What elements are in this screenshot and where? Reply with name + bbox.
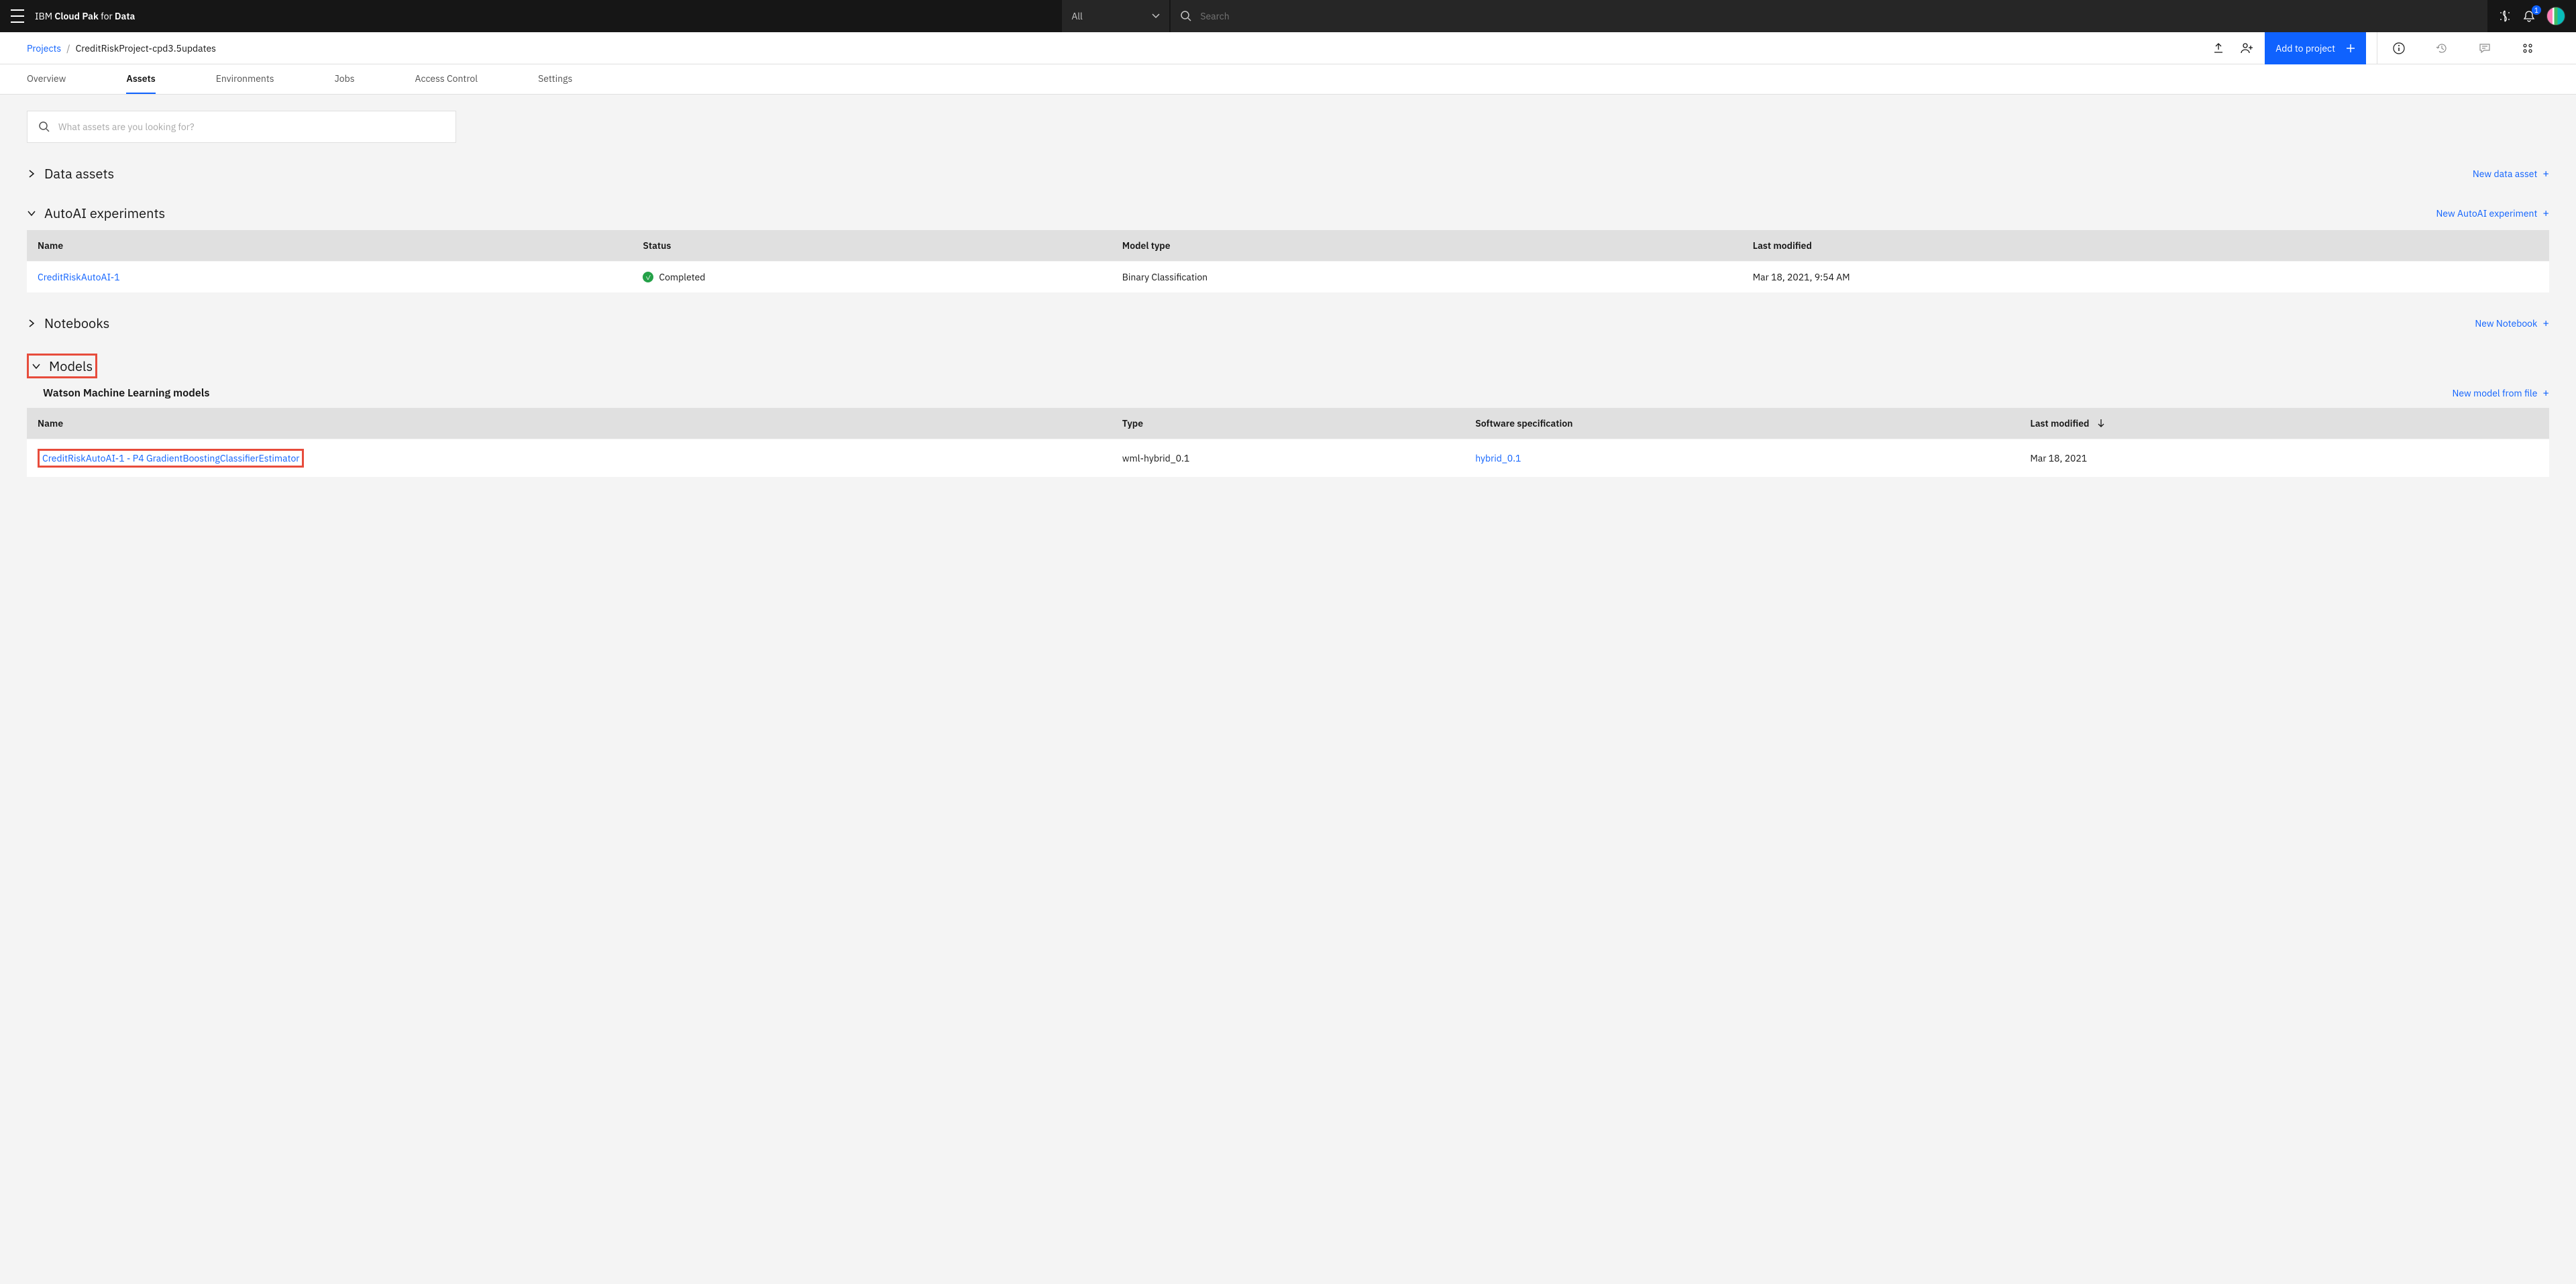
section-models: Models Watson Machine Learning models Ne…	[27, 354, 2549, 477]
right-side-icons	[2377, 32, 2549, 64]
tabs: Overview Assets Environments Jobs Access…	[0, 64, 2576, 95]
tab-overview[interactable]: Overview	[27, 64, 66, 94]
history-icon[interactable]	[2420, 32, 2463, 64]
table-row[interactable]: CreditRiskAutoAI-1 - P4 GradientBoosting…	[27, 439, 2549, 478]
plus-icon: +	[2542, 167, 2549, 180]
section-toggle-data-assets[interactable]: Data assets	[27, 164, 114, 182]
modified-cell: Mar 18, 2021, 9:54 AM	[1742, 262, 2549, 293]
th-last-modified[interactable]: Last modified	[2019, 408, 2549, 439]
plus-icon	[2346, 44, 2355, 53]
comment-icon[interactable]	[2463, 32, 2506, 64]
chevron-right-icon	[27, 319, 36, 328]
section-title-label: Models	[49, 357, 93, 375]
section-action-label: New AutoAI experiment	[2436, 207, 2537, 219]
status-label: Completed	[659, 271, 705, 283]
new-model-button[interactable]: New model from file +	[2452, 386, 2549, 400]
global-filter-select[interactable]: All	[1062, 0, 1169, 32]
notif-badge: 1	[2532, 5, 2541, 15]
chevron-right-icon	[27, 169, 36, 178]
asset-search-input[interactable]	[58, 121, 445, 133]
th-status[interactable]: Status	[632, 230, 1111, 262]
type-cell: wml-hybrid_0.1	[1112, 439, 1464, 478]
new-data-asset-button[interactable]: New data asset +	[2473, 167, 2549, 180]
tab-environments[interactable]: Environments	[216, 64, 274, 94]
model-type-cell: Binary Classification	[1112, 262, 1742, 293]
section-action-label: New model from file	[2452, 387, 2537, 399]
breadcrumb: Projects / CreditRiskProject-cpd3.5updat…	[27, 42, 216, 54]
th-last-modified[interactable]: Last modified	[1742, 230, 2549, 262]
status-cell: ✓ Completed	[643, 271, 1100, 283]
add-to-project-label: Add to project	[2275, 42, 2335, 54]
tab-jobs[interactable]: Jobs	[335, 64, 355, 94]
main: Data assets New data asset + AutoAI expe…	[0, 95, 2576, 515]
brand-bold: Cloud Pak	[54, 10, 101, 22]
section-toggle-autoai[interactable]: AutoAI experiments	[27, 204, 165, 222]
global-search[interactable]	[1171, 0, 2487, 32]
info-icon[interactable]	[2377, 32, 2420, 64]
model-name-highlight: CreditRiskAutoAI-1 - P4 GradientBoosting…	[38, 449, 304, 468]
plus-icon: +	[2542, 207, 2549, 220]
models-table: Name Type Software specification Last mo…	[27, 408, 2549, 477]
chevron-down-icon	[27, 209, 36, 218]
breadcrumb-sep: /	[66, 42, 70, 54]
add-to-project-button[interactable]: Add to project	[2265, 32, 2366, 64]
search-icon	[1180, 10, 1192, 22]
section-title-label: Data assets	[44, 164, 114, 182]
global-filter-label: All	[1071, 10, 1152, 22]
th-name[interactable]: Name	[27, 408, 1112, 439]
section-title-label: Notebooks	[44, 314, 109, 332]
breadcrumb-current: CreditRiskProject-cpd3.5updates	[76, 42, 216, 54]
section-toggle-models[interactable]: Models	[32, 357, 93, 375]
new-autoai-button[interactable]: New AutoAI experiment +	[2436, 207, 2549, 220]
th-software-spec[interactable]: Software specification	[1464, 408, 2019, 439]
chevron-down-icon	[32, 362, 41, 371]
section-autoai: AutoAI experiments New AutoAI experiment…	[27, 204, 2549, 292]
guide-icon[interactable]	[2498, 9, 2512, 23]
th-last-modified-label: Last modified	[2030, 417, 2089, 429]
new-notebook-button[interactable]: New Notebook +	[2475, 317, 2549, 330]
search-icon	[38, 121, 50, 133]
table-row[interactable]: CreditRiskAutoAI-1 ✓ Completed Binary Cl…	[27, 262, 2549, 293]
th-model-type[interactable]: Model type	[1112, 230, 1742, 262]
tab-settings[interactable]: Settings	[538, 64, 572, 94]
plus-icon: +	[2542, 317, 2549, 330]
checkmark-icon: ✓	[643, 272, 653, 282]
modified-cell: Mar 18, 2021	[2019, 439, 2549, 478]
tab-assets[interactable]: Assets	[126, 64, 155, 94]
model-name-link[interactable]: CreditRiskAutoAI-1 - P4 GradientBoosting…	[42, 452, 299, 464]
asset-search[interactable]	[27, 111, 456, 143]
breadcrumb-root[interactable]: Projects	[27, 42, 61, 54]
section-toggle-notebooks[interactable]: Notebooks	[27, 314, 109, 332]
brand: IBM Cloud Pak for Data	[35, 10, 135, 22]
notifications-icon[interactable]: 1	[2522, 9, 2536, 23]
section-data-assets: Data assets New data asset +	[27, 164, 2549, 182]
brand-prefix: IBM	[35, 10, 54, 22]
brand-bold2: Data	[115, 10, 135, 22]
chevron-down-icon	[1152, 13, 1160, 19]
brand-suffix: for	[101, 10, 115, 22]
models-subhead: Watson Machine Learning models	[43, 386, 209, 400]
models-highlight: Models	[27, 354, 97, 378]
section-notebooks: Notebooks New Notebook +	[27, 314, 2549, 332]
tab-access-control[interactable]: Access Control	[415, 64, 478, 94]
autoai-name-link[interactable]: CreditRiskAutoAI-1	[38, 271, 120, 283]
hamburger-menu-icon[interactable]	[11, 9, 24, 23]
toolbar: Projects / CreditRiskProject-cpd3.5updat…	[0, 32, 2576, 64]
plus-icon: +	[2542, 386, 2549, 400]
section-action-label: New Notebook	[2475, 317, 2537, 329]
global-search-input[interactable]	[1200, 10, 2478, 22]
th-name[interactable]: Name	[27, 230, 632, 262]
autoai-table: Name Status Model type Last modified Cre…	[27, 230, 2549, 292]
section-title-label: AutoAI experiments	[44, 204, 165, 222]
section-action-label: New data asset	[2473, 168, 2538, 180]
avatar[interactable]	[2546, 7, 2565, 25]
spec-link[interactable]: hybrid_0.1	[1475, 452, 1521, 464]
settings-sliders-icon[interactable]	[2506, 32, 2549, 64]
th-type[interactable]: Type	[1112, 408, 1464, 439]
add-collaborator-icon[interactable]	[2241, 42, 2254, 54]
topbar: IBM Cloud Pak for Data All 1	[0, 0, 2576, 32]
sort-arrow-down-icon	[2097, 419, 2105, 428]
upload-icon[interactable]	[2212, 42, 2224, 54]
